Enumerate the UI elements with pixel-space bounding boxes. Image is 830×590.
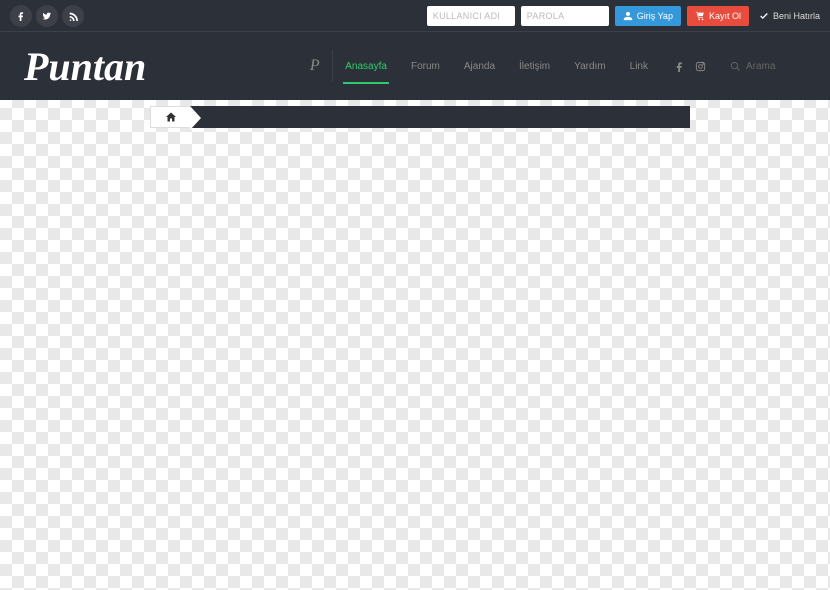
nav-logo-icon[interactable]: P [297, 50, 333, 82]
username-input[interactable] [427, 6, 515, 26]
search-icon [730, 61, 741, 72]
login-button[interactable]: Giriş Yap [615, 6, 681, 26]
nav-item-iletisim[interactable]: İletişim [507, 50, 562, 82]
facebook-icon[interactable] [10, 5, 32, 27]
rss-icon[interactable] [62, 5, 84, 27]
nav-facebook-icon[interactable] [674, 61, 685, 72]
header: Puntan P Anasayfa Forum Ajanda İletişim … [0, 32, 830, 100]
home-icon [165, 111, 177, 123]
nav-item-anasayfa[interactable]: Anasayfa [333, 50, 399, 82]
search-input[interactable] [746, 61, 796, 72]
register-button-label: Kayıt Ol [709, 11, 741, 21]
site-logo[interactable]: Puntan [24, 43, 146, 90]
nav-search[interactable] [720, 50, 806, 82]
social-icons [10, 5, 84, 27]
top-bar: Giriş Yap Kayıt Ol Beni Hatırla [0, 0, 830, 32]
nav-bar: P Anasayfa Forum Ajanda İletişim Yardım … [297, 50, 806, 82]
nav-item-forum[interactable]: Forum [399, 50, 452, 82]
nav-label: İletişim [519, 61, 550, 72]
nav-instagram-icon[interactable] [695, 61, 706, 72]
register-button[interactable]: Kayıt Ol [687, 6, 749, 26]
nav-label: Forum [411, 61, 440, 72]
cart-icon [695, 11, 705, 21]
nav-item-yardim[interactable]: Yardım [562, 50, 618, 82]
nav-label: Anasayfa [345, 61, 387, 72]
breadcrumb-home[interactable] [150, 106, 190, 128]
nav-label: Ajanda [464, 61, 495, 72]
user-icon [623, 11, 633, 21]
remember-label: Beni Hatırla [773, 11, 820, 21]
twitter-icon[interactable] [36, 5, 58, 27]
login-button-label: Giriş Yap [637, 11, 673, 21]
nav-wrapper: P Anasayfa Forum Ajanda İletişim Yardım … [257, 32, 806, 100]
password-input[interactable] [521, 6, 609, 26]
nav-item-link[interactable]: Link [618, 50, 660, 82]
nav-label: Link [630, 61, 648, 72]
check-icon [759, 11, 769, 21]
nav-item-ajanda[interactable]: Ajanda [452, 50, 507, 82]
breadcrumb-bar [190, 106, 690, 128]
nav-social [660, 50, 720, 82]
nav-label: Yardım [574, 61, 606, 72]
breadcrumb [0, 106, 830, 128]
remember-me[interactable]: Beni Hatırla [759, 11, 820, 21]
auth-controls: Giriş Yap Kayıt Ol Beni Hatırla [427, 6, 820, 26]
